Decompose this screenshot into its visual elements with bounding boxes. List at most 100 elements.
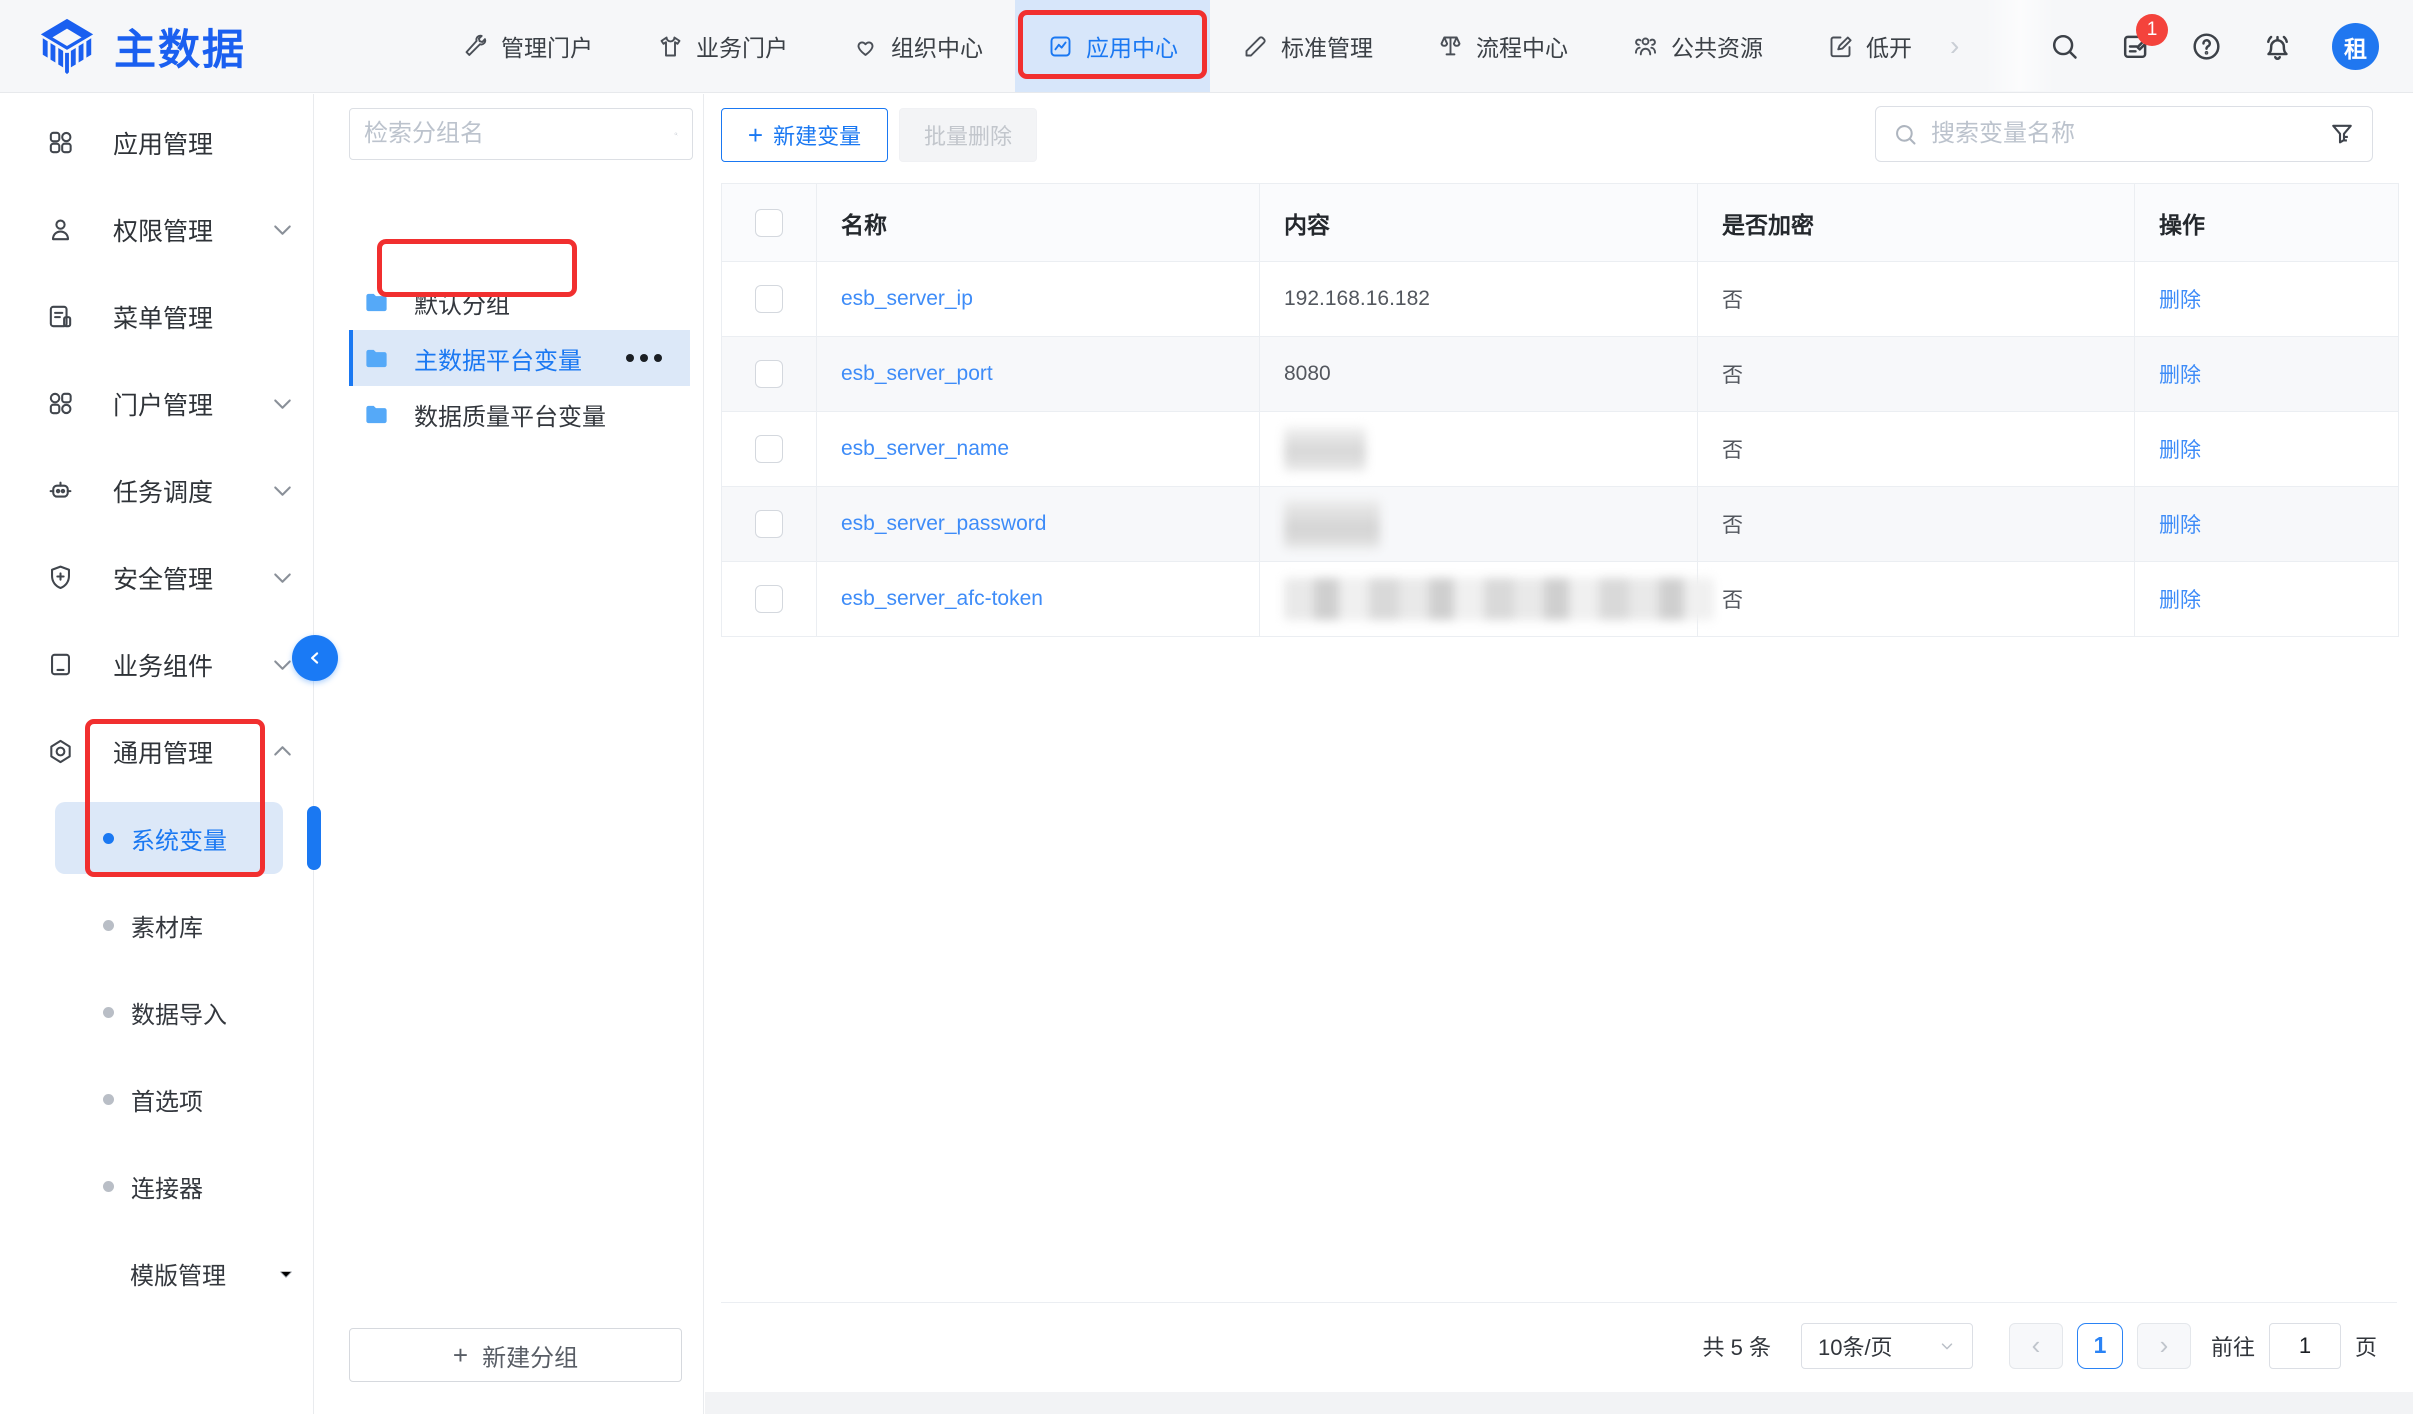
filter-funnel-icon[interactable]	[2328, 120, 2356, 148]
variable-name-link[interactable]: esb_server_port	[841, 362, 993, 385]
search-icon[interactable]	[674, 121, 678, 147]
nav-fade	[1985, 0, 2055, 91]
delete-link[interactable]: 删除	[2159, 364, 2201, 387]
delete-link[interactable]: 删除	[2159, 589, 2201, 612]
new-group-button[interactable]: + 新建分组	[349, 1328, 682, 1382]
nav-item-app-center[interactable]: 应用中心	[1015, 0, 1210, 92]
top-nav: 管理门户 业务门户 组织中心 应用中心 标准管理 流程中心 公共资源	[430, 0, 1965, 92]
variable-content: 8080	[1260, 337, 1698, 412]
sidebar-subitem-connectors[interactable]: 连接器	[0, 1143, 313, 1230]
wrench-icon	[462, 33, 489, 60]
select-all-checkbox[interactable]	[755, 209, 783, 237]
nav-item-business-portal[interactable]: 业务门户	[625, 0, 820, 92]
row-checkbox[interactable]	[755, 360, 783, 388]
bottom-strip	[705, 1392, 2413, 1414]
sidebar-item-general-management[interactable]: 通用管理	[0, 708, 313, 795]
delete-link[interactable]: 删除	[2159, 289, 2201, 312]
nav-item-org-center[interactable]: 组织中心	[820, 0, 1015, 92]
variable-name-link[interactable]: esb_server_password	[841, 512, 1046, 535]
sidebar-item-security-management[interactable]: 安全管理	[0, 534, 313, 621]
sidebar-item-permission-management[interactable]: 权限管理	[0, 186, 313, 273]
bullet-dot-icon	[103, 920, 114, 931]
search-icon	[1892, 121, 1919, 148]
sidebar-item-app-management[interactable]: 应用管理	[0, 99, 313, 186]
sidebar-item-portal-management[interactable]: 门户管理	[0, 360, 313, 447]
shirt-icon	[657, 33, 684, 60]
bell-icon[interactable]	[2261, 30, 2294, 63]
main-content: + 新建变量 批量删除 名称 内容 是否加密 操作 esb_server_ip …	[705, 94, 2413, 1414]
sidebar-subitem-material-library[interactable]: 素材库	[0, 882, 313, 969]
row-checkbox[interactable]	[755, 585, 783, 613]
redacted-content	[1284, 500, 1380, 548]
nav-label: 公共资源	[1671, 29, 1763, 63]
pencil-icon	[1242, 33, 1269, 60]
scale-icon	[1437, 33, 1464, 60]
next-page-button[interactable]: ›	[2137, 1323, 2191, 1369]
nav-overflow-chevron-icon[interactable]: ›	[1944, 0, 1965, 92]
help-icon[interactable]	[2190, 30, 2223, 63]
component-icon	[46, 650, 75, 679]
bullet-dot-icon	[103, 833, 114, 844]
bullet-dot-icon	[103, 1007, 114, 1018]
batch-delete-button[interactable]: 批量删除	[899, 108, 1037, 162]
nav-item-process-center[interactable]: 流程中心	[1405, 0, 1600, 92]
page-number-button[interactable]: 1	[2077, 1323, 2123, 1369]
nav-item-standard-mgmt[interactable]: 标准管理	[1210, 0, 1405, 92]
group-item-data-quality-vars[interactable]: 数据质量平台变量	[315, 386, 703, 442]
group-panel: 默认分组 主数据平台变量 数据质量平台变量 + 新建分组	[315, 94, 704, 1414]
table-row: esb_server_password 否 删除	[722, 487, 2399, 562]
topbar: 主数据 管理门户 业务门户 组织中心 应用中心 标准管理 流程中心	[0, 0, 2413, 93]
table-row: esb_server_name 否 删除	[722, 412, 2399, 487]
sidebar-subitem-template-management[interactable]: 模版管理	[0, 1230, 313, 1317]
row-checkbox[interactable]	[755, 285, 783, 313]
search-icon[interactable]	[2048, 30, 2081, 63]
menu-doc-icon	[46, 302, 75, 331]
sidebar-item-task-scheduling[interactable]: 任务调度	[0, 447, 313, 534]
sidebar-item-menu-management[interactable]: 菜单管理	[0, 273, 313, 360]
variable-encrypted: 否	[1698, 412, 2135, 487]
goto-label: 前往	[2211, 1330, 2255, 1362]
column-header-actions: 操作	[2135, 184, 2399, 262]
notes-icon[interactable]: 1	[2119, 30, 2152, 63]
plus-icon: +	[453, 1342, 468, 1368]
variable-search-input[interactable]	[1931, 120, 2316, 148]
group-item-default[interactable]: 默认分组	[315, 274, 703, 330]
variable-name-link[interactable]: esb_server_afc-token	[841, 587, 1043, 610]
goto-page-input[interactable]	[2269, 1323, 2341, 1369]
nav-item-public-resources[interactable]: 公共资源	[1600, 0, 1795, 92]
folder-icon	[363, 289, 390, 316]
chevron-down-icon	[1938, 1337, 1956, 1355]
group-list: 默认分组 主数据平台变量 数据质量平台变量	[315, 274, 703, 442]
row-checkbox[interactable]	[755, 510, 783, 538]
chevron-up-icon	[268, 737, 297, 766]
variable-encrypted: 否	[1698, 262, 2135, 337]
group-more-menu-icon[interactable]	[626, 354, 662, 362]
row-checkbox[interactable]	[755, 435, 783, 463]
variable-name-link[interactable]: esb_server_ip	[841, 287, 973, 310]
sidebar-subitem-preferences[interactable]: 首选项	[0, 1056, 313, 1143]
delete-link[interactable]: 删除	[2159, 439, 2201, 462]
nav-item-low-code[interactable]: 低开	[1795, 0, 1944, 92]
column-header-name: 名称	[817, 184, 1260, 262]
sidebar-subitem-system-variables[interactable]: 系统变量	[0, 795, 313, 882]
group-search-input[interactable]	[364, 120, 674, 148]
redacted-content	[1284, 578, 1714, 620]
notification-badge: 1	[2136, 14, 2168, 46]
topbar-actions: 1 租	[2048, 0, 2379, 93]
sidebar-subitem-data-import[interactable]: 数据导入	[0, 969, 313, 1056]
page-size-select[interactable]: 10条/页	[1801, 1323, 1973, 1369]
nav-label: 标准管理	[1281, 29, 1373, 63]
sidebar-collapse-button[interactable]	[292, 635, 338, 681]
table-header-row: 名称 内容 是否加密 操作	[722, 184, 2399, 262]
nav-item-management-portal[interactable]: 管理门户	[430, 0, 625, 92]
variable-name-link[interactable]: esb_server_name	[841, 437, 1009, 460]
group-item-master-data-vars[interactable]: 主数据平台变量	[349, 330, 690, 386]
delete-link[interactable]: 删除	[2159, 514, 2201, 537]
prev-page-button[interactable]: ‹	[2009, 1323, 2063, 1369]
sidebar-item-business-components[interactable]: 业务组件	[0, 621, 313, 708]
chevron-down-icon	[268, 563, 297, 592]
people-icon	[1632, 33, 1659, 60]
avatar[interactable]: 租	[2332, 23, 2379, 70]
new-variable-button[interactable]: + 新建变量	[721, 108, 888, 162]
nav-label: 流程中心	[1476, 29, 1568, 63]
